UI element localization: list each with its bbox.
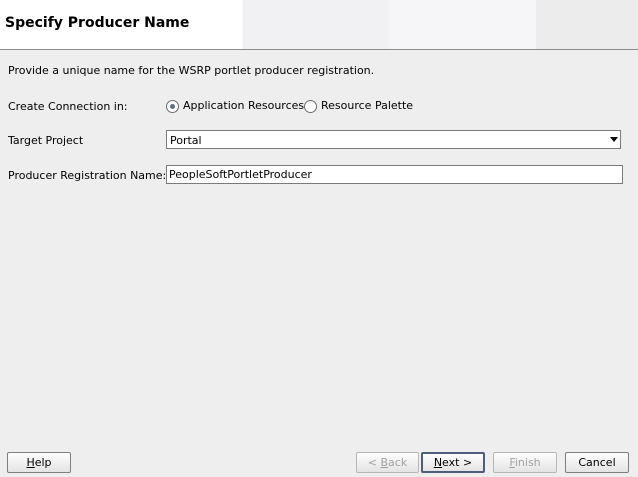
page-description: Provide a unique name for the WSRP portl… xyxy=(8,64,375,77)
back-label-rest: ack xyxy=(388,456,408,469)
cancel-button[interactable]: Cancel xyxy=(565,452,629,473)
resource-palette-radio[interactable] xyxy=(304,100,317,113)
finish-label-rest: inish xyxy=(514,456,541,469)
back-mnemonic: B xyxy=(380,456,389,469)
help-label-rest: elp xyxy=(34,456,52,469)
finish-button[interactable]: Finish xyxy=(493,452,557,473)
help-mnemonic: H xyxy=(26,456,35,469)
radio-selected-dot xyxy=(170,104,175,109)
target-project-label: Target Project xyxy=(8,134,84,147)
wizard-header: Specify Producer Name xyxy=(0,0,638,50)
registration-name-input[interactable]: PeopleSoftPortletProducer xyxy=(166,165,623,184)
next-mnemonic: N xyxy=(433,456,443,469)
next-button[interactable]: Next > xyxy=(421,452,485,473)
create-connection-label: Create Connection in: xyxy=(8,100,128,113)
next-label-rest: ext > xyxy=(442,456,473,469)
application-resources-label[interactable]: Application Resources xyxy=(183,99,304,112)
page-title: Specify Producer Name xyxy=(5,15,190,31)
target-project-value: Portal xyxy=(170,134,202,147)
help-button[interactable]: Help xyxy=(7,452,71,473)
back-button[interactable]: < Back xyxy=(356,452,419,473)
target-project-select[interactable]: Portal xyxy=(166,130,621,149)
back-prefix: < xyxy=(367,456,381,469)
dropdown-arrow-icon[interactable] xyxy=(610,137,618,142)
application-resources-radio[interactable] xyxy=(166,100,179,113)
registration-name-label: Producer Registration Name: xyxy=(8,169,167,182)
resource-palette-label[interactable]: Resource Palette xyxy=(321,99,413,112)
